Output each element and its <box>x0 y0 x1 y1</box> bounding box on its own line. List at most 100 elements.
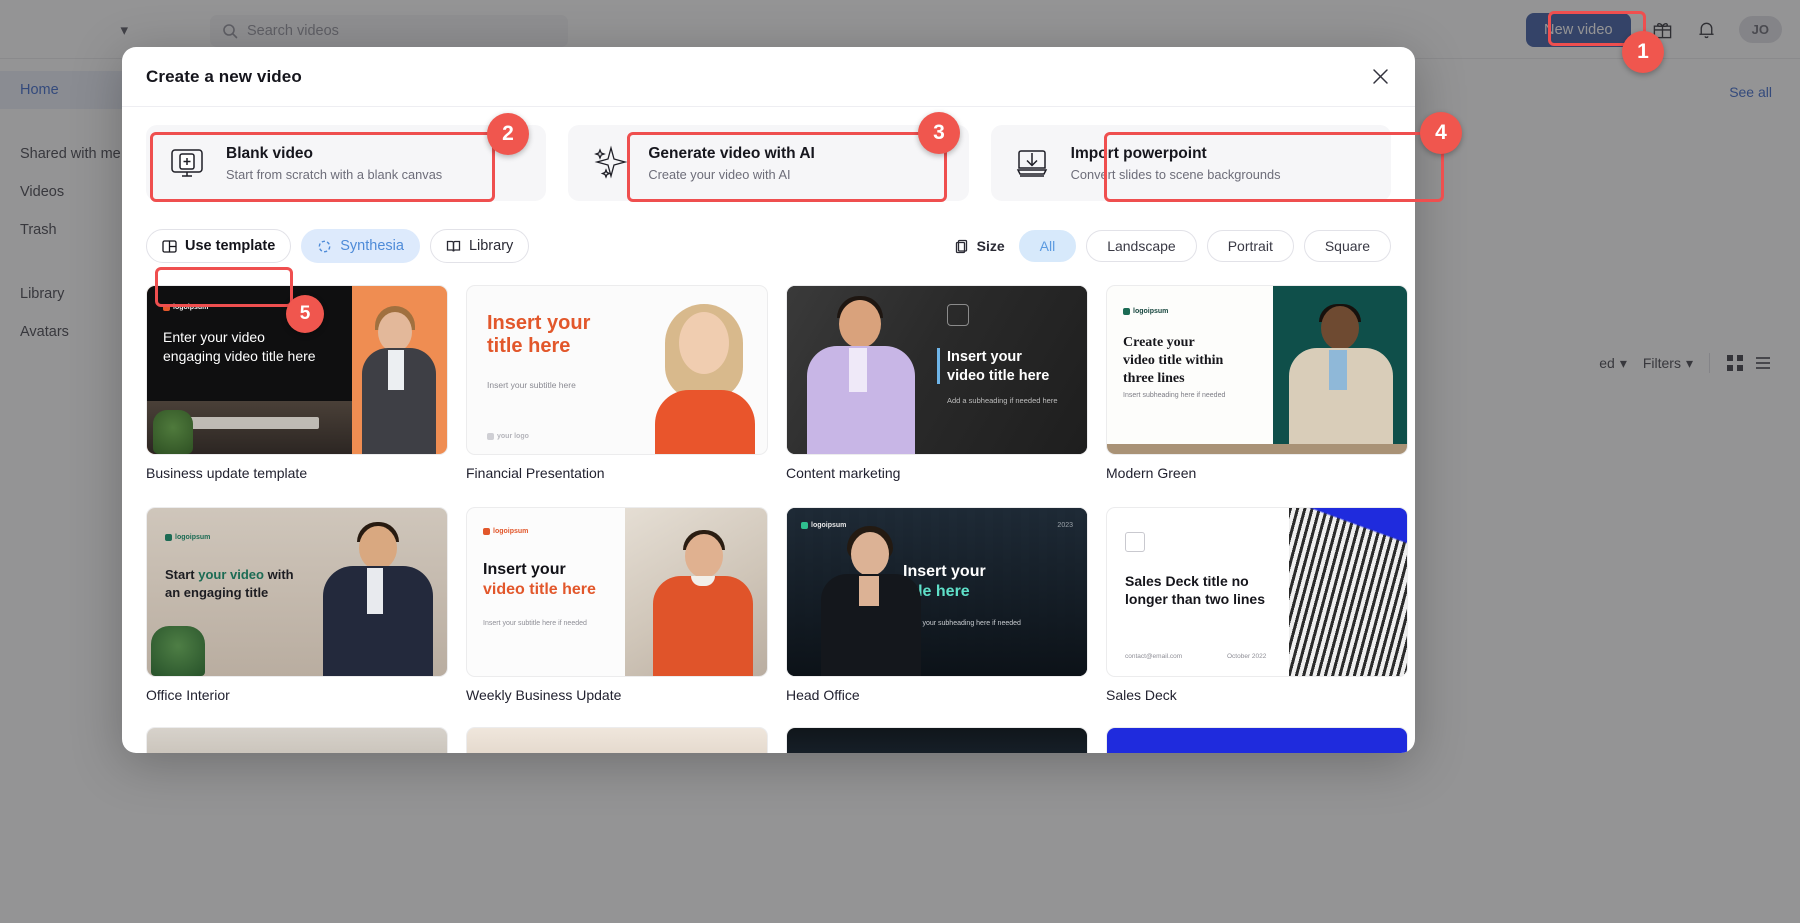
presenter-head <box>378 312 412 352</box>
template-grid-next-row <box>146 727 1391 753</box>
import-ppt-subtitle: Convert slides to scene backgrounds <box>1071 167 1281 182</box>
dialog-title: Create a new video <box>146 67 302 87</box>
slide-title: Sales Deck title no longer than two line… <box>1125 572 1285 608</box>
synthesia-logo-icon <box>317 239 332 254</box>
template-thumbnail: Insert your video title here Add a subhe… <box>786 285 1088 455</box>
presenter-image <box>801 294 925 455</box>
template-thumbnail-partial[interactable] <box>146 727 448 753</box>
tab-synthesia-label: Synthesia <box>340 238 404 254</box>
slide-title-pre: Start <box>165 567 198 582</box>
template-title: Head Office <box>786 687 1088 703</box>
download-import-icon <box>1009 140 1055 186</box>
tab-use-template[interactable]: Use template <box>146 229 291 263</box>
template-card[interactable]: Sales Deck title no longer than two line… <box>1106 507 1408 703</box>
tab-synthesia[interactable]: Synthesia <box>301 229 420 263</box>
template-card[interactable]: logoipsum Create your video title within… <box>1106 285 1408 481</box>
template-title: Sales Deck <box>1106 687 1408 703</box>
import-ppt-title: Import powerpoint <box>1071 144 1281 165</box>
template-thumbnail-partial[interactable] <box>1106 727 1408 753</box>
slide-title-pre: Insert your <box>483 561 566 578</box>
template-card[interactable]: logoipsum Insert your video title here I… <box>466 507 768 703</box>
template-thumbnail-partial[interactable] <box>466 727 768 753</box>
slide-subtitle: Insert your subtitle here if needed <box>483 620 587 627</box>
blank-video-subtitle: Start from scratch with a blank canvas <box>226 167 442 182</box>
slide-logo: your logo <box>487 433 529 440</box>
annotation-number-2: 2 <box>487 113 529 155</box>
blank-video-title: Blank video <box>226 144 442 165</box>
presenter-head <box>359 526 397 570</box>
template-grid: logoipsum Enter your video engaging vide… <box>146 285 1391 703</box>
template-title: Content marketing <box>786 465 1088 481</box>
slide-plant <box>153 410 193 454</box>
template-thumbnail-partial[interactable] <box>786 727 1088 753</box>
tab-library[interactable]: Library <box>430 229 529 263</box>
template-thumbnail: logoipsum Start your video with an engag… <box>146 507 448 677</box>
template-thumbnail: logoipsum Insert your video title here I… <box>466 507 768 677</box>
size-label-text: Size <box>977 238 1005 254</box>
sparkle-icon <box>586 140 632 186</box>
template-thumbnail: Sales Deck title no longer than two line… <box>1106 507 1408 677</box>
template-card[interactable]: logoipsum 2023 Insert your title here In… <box>786 507 1088 703</box>
presenter-image <box>647 526 759 676</box>
size-filter-label: Size <box>955 238 1005 254</box>
presenter-head <box>679 312 729 374</box>
create-new-video-dialog: Create a new video Blank video <box>122 47 1415 753</box>
template-thumbnail: logoipsum Create your video title within… <box>1106 285 1408 455</box>
template-title: Weekly Business Update <box>466 687 768 703</box>
size-filter-portrait[interactable]: Portrait <box>1207 230 1294 262</box>
slide-subtitle: Insert your subtitle here <box>487 380 576 390</box>
template-title: Office Interior <box>146 687 448 703</box>
slide-year: 2023 <box>1057 522 1073 529</box>
slide-meta-left: contact@email.com <box>1125 653 1182 660</box>
slide-title: Start your video with an engaging title <box>165 566 294 601</box>
slide-title-emphasis: video title here <box>483 581 596 598</box>
close-icon[interactable] <box>1367 64 1393 90</box>
presenter-shirt <box>388 350 404 390</box>
slide-subtitle: Add a subheading if needed here <box>947 396 1058 405</box>
slide-graphic <box>1289 508 1407 677</box>
slide-title: Insert your title here <box>487 312 590 358</box>
annotation-number-4: 4 <box>1420 112 1462 154</box>
slide-badge-icon <box>947 304 969 326</box>
slide-plant <box>151 626 205 676</box>
presenter-head <box>851 532 889 576</box>
slide-title: Enter your video engaging video title he… <box>163 328 316 366</box>
annotation-number-1: 1 <box>1622 31 1664 73</box>
import-powerpoint-option[interactable]: Import powerpoint Convert slides to scen… <box>991 125 1391 201</box>
tab-library-label: Library <box>469 238 513 254</box>
tab-use-template-label: Use template <box>185 238 275 254</box>
book-icon <box>446 239 461 254</box>
blank-canvas-icon <box>164 140 210 186</box>
presenter-image <box>1281 304 1401 446</box>
size-filters: Size All Landscape Portrait Square <box>955 230 1391 262</box>
template-thumbnail: logoipsum 2023 Insert your title here In… <box>786 507 1088 677</box>
template-card[interactable]: Insert your title here Insert your subti… <box>466 285 768 481</box>
presenter-image <box>350 286 447 455</box>
size-filter-all[interactable]: All <box>1019 230 1077 262</box>
presenter-shirt <box>1329 350 1347 390</box>
presenter-head <box>1321 306 1359 350</box>
slide-logo-text: logoipsum <box>493 528 528 535</box>
template-card[interactable]: Insert your video title here Add a subhe… <box>786 285 1088 481</box>
size-filter-square[interactable]: Square <box>1304 230 1391 262</box>
annotation-number-5: 5 <box>286 295 324 333</box>
slide-logo: logoipsum <box>163 304 208 311</box>
slide-subtitle: Insert subheading here if needed <box>1123 392 1225 399</box>
generate-video-with-ai-option[interactable]: Generate video with AI Create your video… <box>568 125 968 201</box>
slide-logo-icon <box>1125 532 1145 552</box>
size-filter-landscape[interactable]: Landscape <box>1086 230 1197 262</box>
source-tabs: Use template Synthesia Library <box>146 229 529 263</box>
slide-title: Create your video title within three lin… <box>1123 334 1223 389</box>
presenter-body <box>653 576 753 676</box>
slide-subtitle: Insert your subheading here if needed <box>903 620 1073 627</box>
slide-meta-right: October 2022 <box>1227 653 1266 660</box>
dialog-body: Blank video Start from scratch with a bl… <box>122 107 1415 753</box>
presenter-body <box>655 390 755 454</box>
slide-logo-text: logoipsum <box>1133 308 1168 315</box>
presenter-head <box>685 534 723 578</box>
template-card[interactable]: logoipsum Start your video with an engag… <box>146 507 448 703</box>
template-thumbnail: Insert your title here Insert your subti… <box>466 285 768 455</box>
annotation-number-3: 3 <box>918 112 960 154</box>
creation-options: Blank video Start from scratch with a bl… <box>146 125 1391 201</box>
slide-accent-bar <box>937 348 940 384</box>
